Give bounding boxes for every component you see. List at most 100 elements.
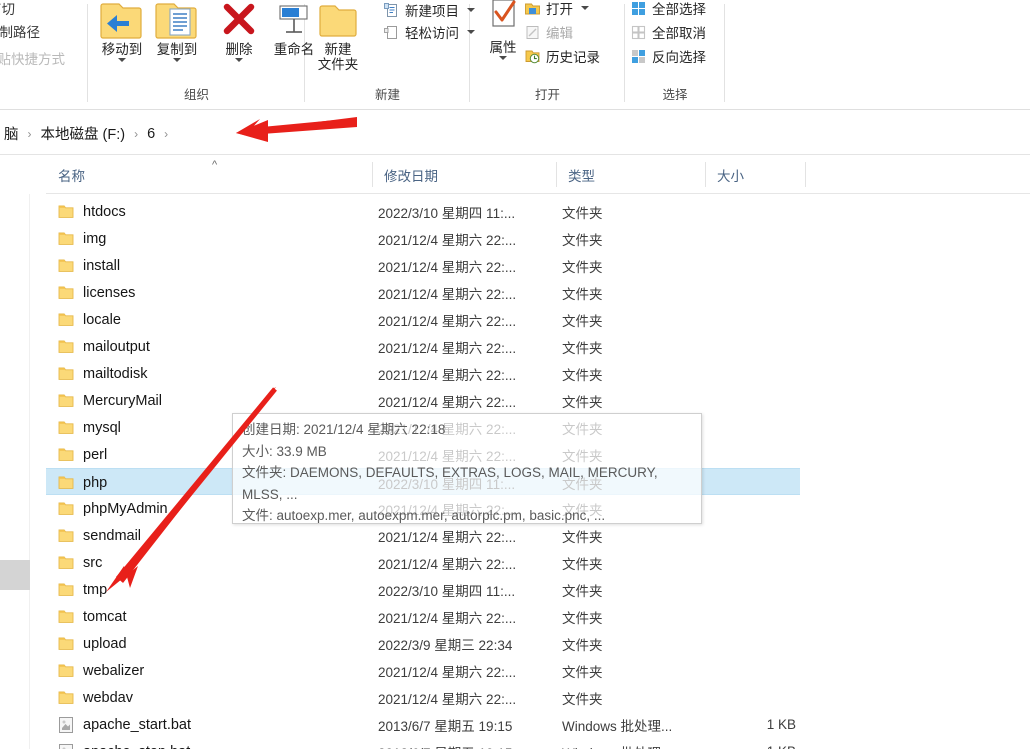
file-date-cell: 2021/12/4 星期六 22:... xyxy=(378,340,517,356)
folder-icon xyxy=(58,447,74,462)
file-type-cell: Windows 批处理... xyxy=(562,718,673,734)
copy-path-label: 复制路径 xyxy=(0,25,40,40)
file-type-cell: 文件夹 xyxy=(562,529,603,545)
folder-icon xyxy=(58,312,74,327)
copy-to-label: 复制到 xyxy=(156,42,198,57)
table-row[interactable]: mailoutput 2021/12/4 星期六 22:... 文件夹 xyxy=(46,333,800,360)
tooltip-size: 大小: 33.9 MB xyxy=(242,443,327,459)
file-name-cell: tomcat xyxy=(58,603,127,630)
file-name-cell: upload xyxy=(58,630,127,657)
table-row[interactable]: webdav 2021/12/4 星期六 22:... 文件夹 xyxy=(46,684,800,711)
file-type-cell: Windows 批处理... xyxy=(562,738,672,749)
move-to-button[interactable]: 移动到 xyxy=(91,0,153,62)
file-name-label: apache_start.bat xyxy=(83,716,192,733)
delete-button[interactable]: 删除 xyxy=(208,0,270,62)
column-header-type[interactable]: 类型 xyxy=(556,156,705,193)
table-row[interactable]: src 2021/12/4 星期六 22:... 文件夹 xyxy=(46,549,800,576)
new-folder-button[interactable]: 新建 文件夹 xyxy=(307,0,369,72)
delete-label: 删除 xyxy=(225,42,253,57)
sort-ascending-icon: ^ xyxy=(212,159,218,171)
file-name-label: locale xyxy=(83,311,121,328)
open-label: 打开 xyxy=(546,2,573,17)
easy-access-button[interactable]: 轻松访问 xyxy=(383,22,475,42)
table-row[interactable]: MercuryMail 2021/12/4 星期六 22:... 文件夹 xyxy=(46,387,800,414)
file-type-cell: 文件夹 xyxy=(562,205,603,221)
column-header-name[interactable]: 名称 xyxy=(46,156,372,193)
file-name-label: tomcat xyxy=(83,608,127,625)
file-date-cell: 2021/12/4 星期六 22:... xyxy=(378,232,517,248)
table-row[interactable]: tomcat 2021/12/4 星期六 22:... 文件夹 xyxy=(46,603,800,630)
cut-button[interactable]: 剪切 xyxy=(0,0,15,18)
file-name-cell: MercuryMail xyxy=(58,387,162,414)
table-row[interactable]: htdocs 2022/3/10 星期四 11:... 文件夹 xyxy=(46,198,800,225)
table-row[interactable]: mailtodisk 2021/12/4 星期六 22:... 文件夹 xyxy=(46,360,800,387)
breadcrumb-separator-icon: › xyxy=(164,126,169,141)
column-header-size[interactable]: 大小 xyxy=(705,156,805,193)
invert-selection-icon xyxy=(630,48,647,65)
chevron-down-icon[interactable] xyxy=(581,6,589,10)
copy-path-button[interactable]: 复制路径 xyxy=(0,21,40,41)
table-row[interactable]: licenses 2021/12/4 星期六 22:... 文件夹 xyxy=(46,279,800,306)
bat-file-icon xyxy=(58,717,74,733)
bat-file-icon xyxy=(58,744,74,749)
select-all-button[interactable]: 全部选择 xyxy=(630,0,706,18)
folder-icon xyxy=(58,231,74,246)
file-name-label: mysql xyxy=(83,419,121,436)
select-none-button[interactable]: 全部取消 xyxy=(630,22,706,42)
table-row[interactable]: sendmail 2021/12/4 星期六 22:... 文件夹 xyxy=(46,522,800,549)
column-header-date-label: 修改日期 xyxy=(384,168,438,184)
file-size-cell xyxy=(711,225,796,252)
file-type-cell: 文件夹 xyxy=(562,691,603,707)
file-date-cell: 2021/12/4 星期六 22:... xyxy=(378,367,517,383)
table-row[interactable]: apache_stop.bat 2013/6/7 星期五 19:15 Windows… xyxy=(46,738,800,749)
new-item-button[interactable]: 新建项目 xyxy=(383,0,475,20)
file-name-label: mailoutput xyxy=(83,338,150,355)
column-header-type-label: 类型 xyxy=(568,168,595,184)
file-size-cell xyxy=(711,657,796,684)
invert-selection-button[interactable]: 反向选择 xyxy=(630,46,706,66)
breadcrumb-item-0[interactable]: 脑 xyxy=(0,122,23,145)
chevron-down-icon[interactable] xyxy=(499,56,507,60)
column-divider[interactable] xyxy=(805,162,806,187)
folder-icon xyxy=(58,582,74,597)
paste-shortcut-button[interactable]: 粘贴快捷方式 xyxy=(0,48,65,68)
address-bar[interactable]: 脑 › 本地磁盘 (F:) › 6 › xyxy=(0,110,1030,155)
file-name-cell: apache_stop.bat xyxy=(58,738,190,749)
folder-icon xyxy=(58,501,74,516)
chevron-down-icon[interactable] xyxy=(235,58,243,62)
table-row[interactable]: webalizer 2021/12/4 星期六 22:... 文件夹 xyxy=(46,657,800,684)
chevron-down-icon[interactable] xyxy=(173,58,181,62)
new-item-label: 新建项目 xyxy=(405,4,459,19)
open-button[interactable]: 打开 xyxy=(524,0,589,18)
table-row[interactable]: locale 2021/12/4 星期六 22:... 文件夹 xyxy=(46,306,800,333)
copy-to-button[interactable]: 复制到 xyxy=(146,0,208,62)
folder-icon xyxy=(58,690,74,705)
file-type-cell: 文件夹 xyxy=(562,286,603,302)
breadcrumb: 脑 › 本地磁盘 (F:) › 6 › xyxy=(0,122,173,145)
breadcrumb-item-1[interactable]: 本地磁盘 (F:) xyxy=(37,122,130,145)
history-button[interactable]: 历史记录 xyxy=(524,46,600,66)
folder-icon xyxy=(58,555,74,570)
file-explorer-window: 组织 新建 打开 选择 剪切 复制路径 粘贴快捷方式 xyxy=(0,0,1030,749)
file-date-cell: 2021/12/4 星期六 22:... xyxy=(378,556,517,572)
breadcrumb-separator-icon: › xyxy=(134,126,139,141)
chevron-down-icon[interactable] xyxy=(118,58,126,62)
table-row[interactable]: install 2021/12/4 星期六 22:... 文件夹 xyxy=(46,252,800,279)
table-row[interactable]: apache_start.bat 2013/6/7 星期五 19:15 Window… xyxy=(46,711,800,738)
file-name-cell: mysql xyxy=(58,414,121,441)
ribbon-group-label-organize: 组织 xyxy=(183,88,209,102)
folder-icon xyxy=(58,420,74,435)
breadcrumb-item-2[interactable]: 6 xyxy=(143,125,159,143)
column-header-date[interactable]: 修改日期 xyxy=(372,156,556,193)
table-row[interactable]: upload 2022/3/9 星期三 22:34 文件夹 xyxy=(46,630,800,657)
edit-button[interactable]: 编辑 xyxy=(524,22,573,42)
file-type-cell: 文件夹 xyxy=(562,340,603,356)
file-name-label: img xyxy=(83,230,107,247)
table-row[interactable]: tmp 2022/3/10 星期四 11:... 文件夹 xyxy=(46,576,800,603)
file-name-cell: webdav xyxy=(58,684,133,711)
file-date-cell: 2022/3/9 星期三 22:34 xyxy=(378,637,513,653)
table-row[interactable]: img 2021/12/4 星期六 22:... 文件夹 xyxy=(46,225,800,252)
easy-access-label: 轻松访问 xyxy=(405,26,459,41)
folder-icon xyxy=(58,339,74,354)
file-name-label: htdocs xyxy=(83,203,126,220)
